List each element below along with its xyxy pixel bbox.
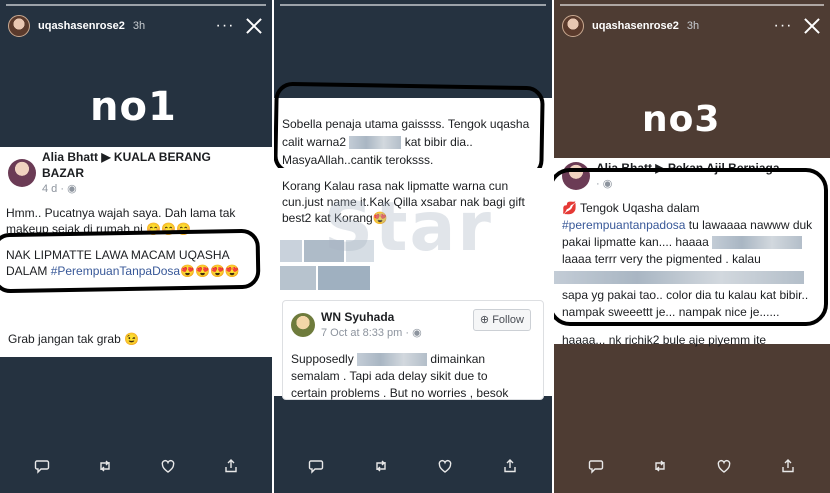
story-username[interactable]: uqashasenrose2: [592, 20, 679, 32]
story-progress-bar: [6, 4, 266, 6]
story-label: no3: [642, 99, 721, 140]
heart-icon[interactable]: [712, 458, 736, 479]
retweet-icon[interactable]: [369, 458, 393, 479]
shared-line-1-b: dimainkan: [430, 352, 486, 366]
post-meta: 4 d · ◉: [42, 183, 77, 195]
story-progress-bar: [280, 4, 546, 6]
shared-line-2: semalam . Tapi ada delay sikit due to: [291, 369, 488, 383]
story-label: no1: [90, 84, 177, 130]
story-time: 3h: [132, 20, 146, 32]
highlight-circle: [554, 168, 828, 326]
highlight-circle: [274, 81, 545, 179]
story-header: uqashasenrose2 3h ···: [8, 12, 264, 40]
story-action-bar: [0, 458, 272, 479]
more-options-icon[interactable]: ···: [772, 17, 794, 35]
story-action-bar: [274, 458, 552, 479]
story-username[interactable]: uqashasenrose2: [38, 20, 125, 32]
story-progress-bar: [560, 4, 824, 6]
heart-icon[interactable]: [433, 458, 457, 479]
share-icon[interactable]: [219, 458, 243, 479]
follow-icon: ⊕: [479, 314, 493, 326]
follow-label: Follow: [492, 314, 524, 326]
shared-avatar: [291, 313, 315, 337]
post-text-3: Grab jangan tak grab 😉: [8, 332, 140, 346]
reply-icon[interactable]: [584, 458, 608, 479]
story-action-bar: [554, 458, 830, 479]
share-icon[interactable]: [498, 458, 522, 479]
shared-line-3: certain problems . But no worries , beso…: [291, 386, 509, 400]
retweet-icon[interactable]: [93, 458, 117, 479]
story-panel-3: uqashasenrose2 3h ··· no3 Alia Bhatt ▶ P…: [554, 0, 830, 493]
highlight-circle: [0, 228, 261, 294]
shared-line-1: Supposedly dimainkan: [283, 341, 543, 367]
shared-meta: 7 Oct at 8:33 pm · ◉: [321, 327, 422, 339]
shared-post: WN Syuhada 7 Oct at 8:33 pm · ◉ ⊕ Follow…: [282, 300, 544, 400]
avatar[interactable]: [562, 15, 584, 37]
story-time: 3h: [686, 20, 700, 32]
shared-line-1-a: Supposedly: [291, 352, 354, 366]
avatar[interactable]: [8, 15, 30, 37]
heart-icon[interactable]: [156, 458, 180, 479]
watermark-text: Star: [324, 188, 493, 267]
more-options-icon[interactable]: ···: [214, 17, 236, 35]
post-header: Alia Bhatt ▶ KUALA BERANG BAZAR 4 d · ◉: [0, 147, 272, 199]
share-icon[interactable]: [776, 458, 800, 479]
reply-icon[interactable]: [304, 458, 328, 479]
reply-icon[interactable]: [30, 458, 54, 479]
retweet-icon[interactable]: [648, 458, 672, 479]
close-icon[interactable]: [244, 16, 264, 36]
story-panel-1: uqashasenrose2 3h ··· no1 Alia Bhatt ▶ K…: [0, 0, 272, 493]
shared-name[interactable]: WN Syuhada: [321, 309, 422, 325]
poster-avatar: [8, 159, 36, 187]
poster-name: Alia Bhatt ▶ KUALA BERANG BAZAR: [42, 150, 211, 180]
story-header: uqashasenrose2 3h ···: [562, 12, 822, 40]
follow-button[interactable]: ⊕ Follow: [472, 309, 531, 331]
story-panel-2: Sobella penaja utama gaissss. Tengok uqa…: [274, 0, 552, 493]
blurred-text: [357, 353, 428, 367]
close-icon[interactable]: [802, 16, 822, 36]
